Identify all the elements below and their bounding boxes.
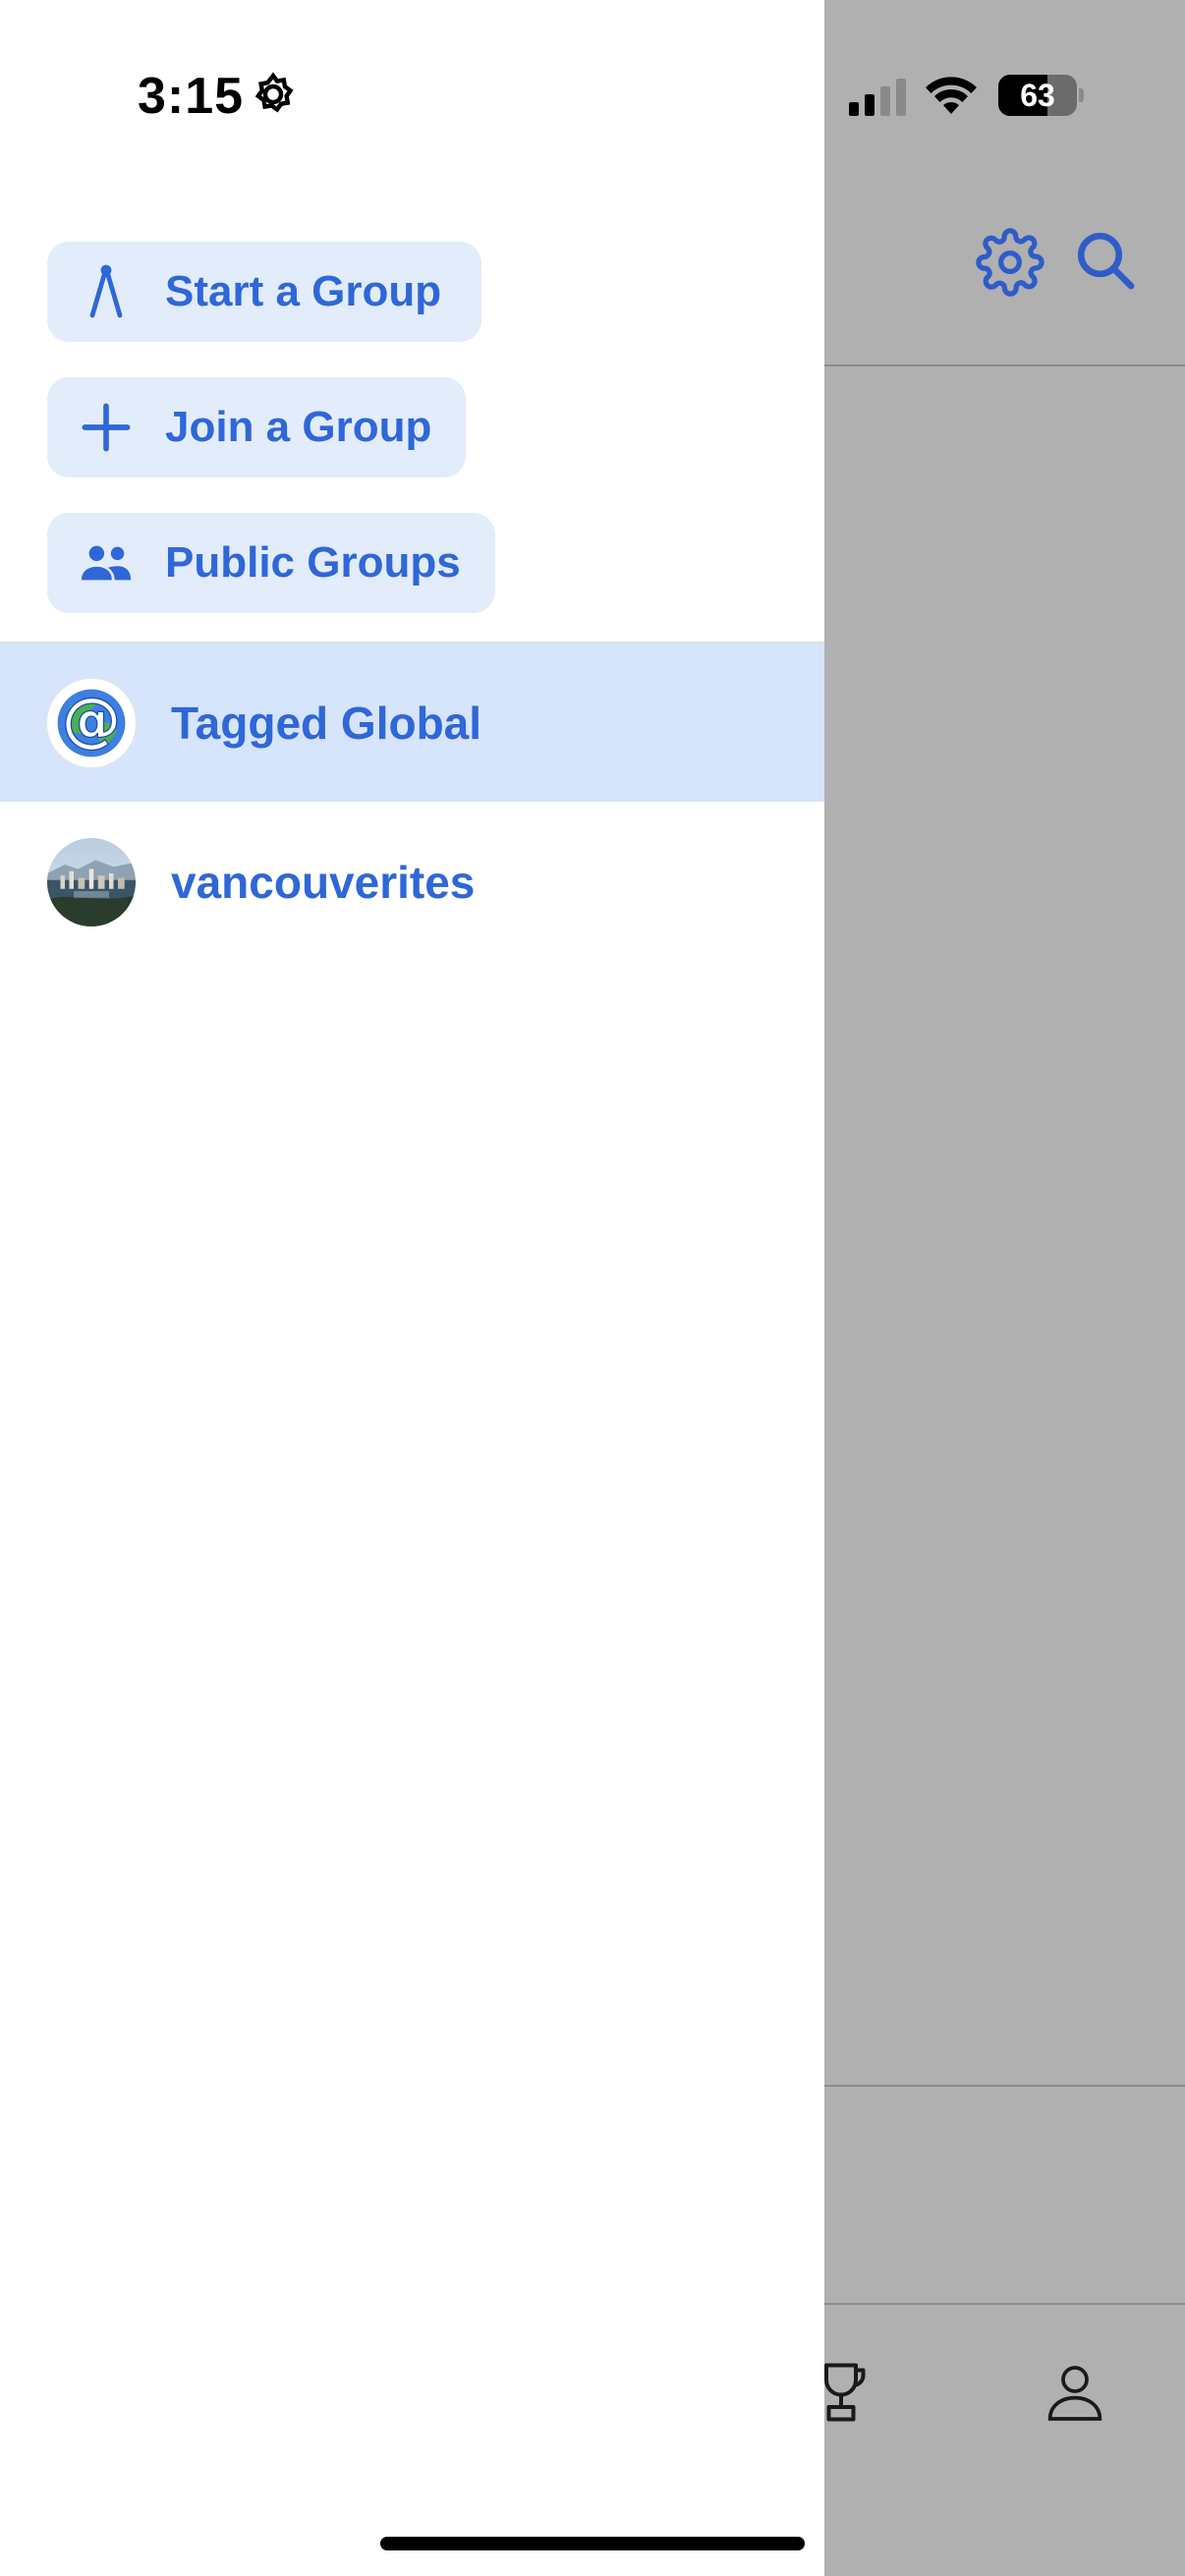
group-name: vancouverites — [171, 857, 476, 908]
public-groups-label: Public Groups — [165, 538, 461, 587]
join-group-label: Join a Group — [165, 403, 432, 451]
public-groups-button[interactable]: Public Groups — [47, 513, 495, 613]
wifi-icon — [926, 77, 977, 114]
join-group-button[interactable]: Join a Group — [47, 377, 466, 477]
start-group-label: Start a Group — [165, 267, 442, 315]
home-indicator[interactable] — [380, 2537, 805, 2550]
start-group-button[interactable]: Start a Group — [47, 242, 481, 342]
search-icon[interactable] — [1073, 228, 1138, 293]
profile-icon[interactable] — [1044, 2360, 1106, 2423]
content-divider — [824, 2085, 1185, 2087]
plus-icon — [79, 400, 134, 455]
battery-icon: 63 — [998, 75, 1077, 116]
settings-gear-icon[interactable] — [976, 228, 1044, 297]
gear-icon — [254, 72, 294, 113]
svg-text:@: @ — [62, 686, 121, 755]
compass-icon — [79, 264, 134, 319]
header-divider — [824, 364, 1185, 366]
group-item-tagged-global[interactable]: @ Tagged Global — [0, 644, 824, 802]
battery-level: 63 — [1020, 78, 1055, 113]
vancouverites-avatar — [47, 838, 136, 926]
group-item-vancouverites[interactable]: vancouverites — [0, 804, 824, 961]
people-icon — [79, 535, 134, 590]
groups-drawer: 3:15 Start a Group Join a Group Public G… — [0, 0, 824, 2576]
signal-icon — [849, 79, 906, 116]
group-name: Tagged Global — [171, 697, 482, 749]
tabbar-divider — [824, 2303, 1185, 2305]
status-time: 3:15 — [138, 68, 245, 125]
tagged-global-avatar: @ — [47, 678, 136, 767]
battery-cap — [1079, 88, 1084, 102]
